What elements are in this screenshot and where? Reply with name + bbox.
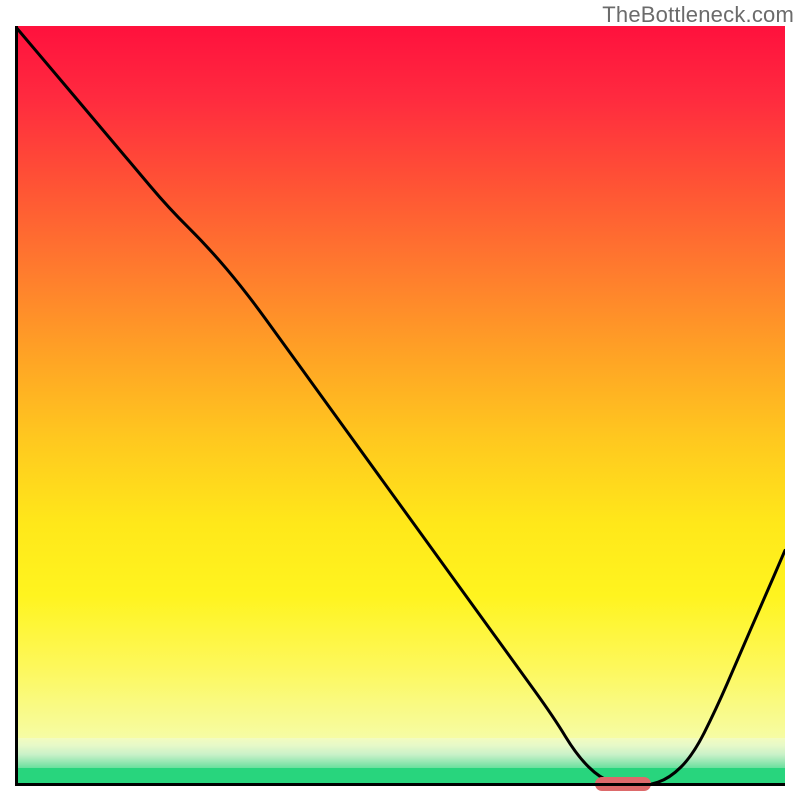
axes xyxy=(15,26,785,786)
watermark-text: TheBottleneck.com xyxy=(602,2,794,28)
chart-container: TheBottleneck.com xyxy=(0,0,800,800)
plot-area xyxy=(15,26,785,786)
